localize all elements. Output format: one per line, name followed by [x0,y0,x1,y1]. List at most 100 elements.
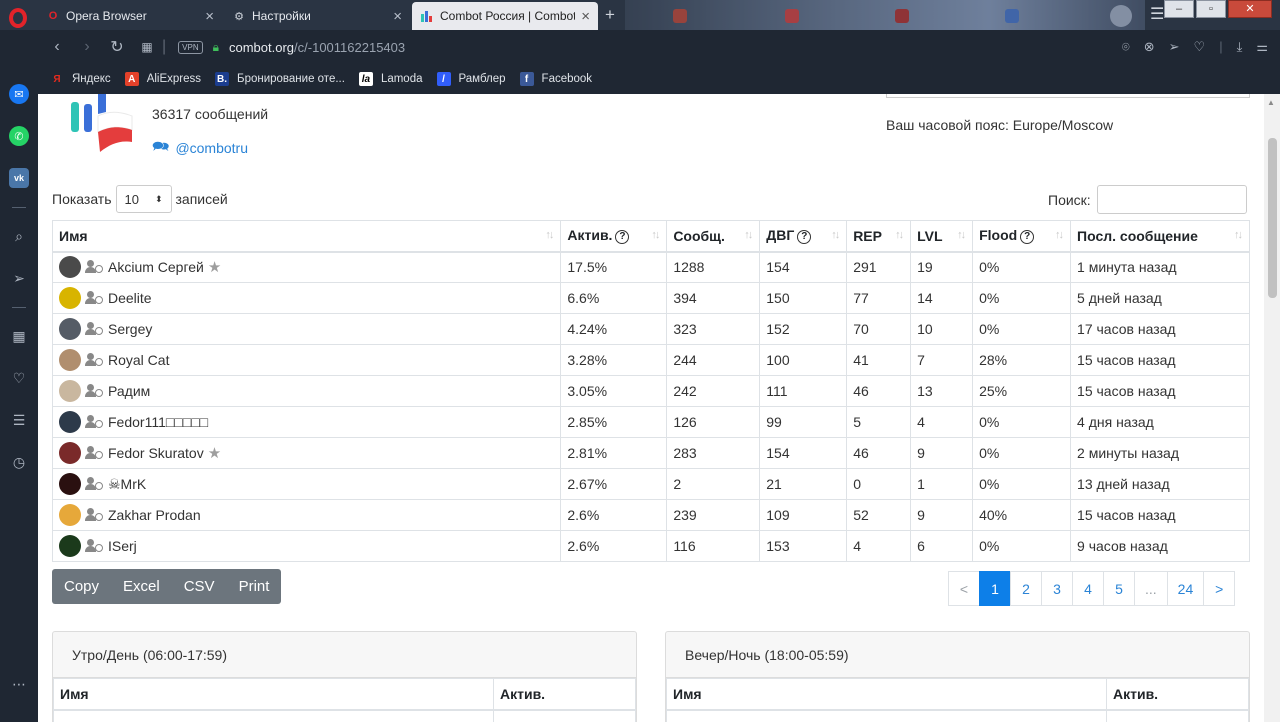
chat-link[interactable]: 🗪︎ @combotru [152,136,248,160]
page-button[interactable]: 5 [1103,571,1135,606]
vpn-badge[interactable]: VPN [178,40,203,54]
avatar[interactable] [59,349,81,371]
whatsapp-icon[interactable]: ✆ [9,126,29,146]
col-name[interactable]: Имя ↑↓ [51,220,562,253]
send-icon[interactable]: ➢ [9,268,29,288]
heart-icon[interactable]: ♡ [9,368,29,388]
reload-icon[interactable]: ↻ [102,37,132,57]
tab-settings[interactable]: ⚙ Настройки × [224,2,410,30]
page-button[interactable]: 1 [979,571,1011,606]
user-info-icon[interactable] [85,384,105,398]
print-button[interactable]: Print [227,569,282,604]
vk-icon[interactable]: vk [9,168,29,188]
user-info-icon[interactable] [85,353,105,367]
avatar[interactable] [59,535,81,557]
user-info-icon[interactable] [85,260,105,274]
news-icon[interactable]: ☰ [9,410,29,430]
url-field[interactable]: combot.org/c/-1001162215403 [229,40,405,55]
bookmark-lamoda[interactable]: la Lamoda [358,72,423,86]
menu-icon[interactable]: ☰ [1150,4,1164,24]
scroll-thumb[interactable] [1268,138,1277,298]
camera-icon[interactable]: ⌾ [1122,39,1130,55]
col-lvl[interactable]: LVL ↑↓ [910,220,974,253]
user-name[interactable]: Deelite [108,290,152,306]
search-input[interactable] [1096,185,1247,214]
user-info-icon[interactable] [85,291,105,305]
user-info-icon[interactable] [85,446,105,460]
tab-combot[interactable]: Combot Россия | Combot × [412,2,598,30]
next-page-button[interactable]: > [1203,571,1236,606]
user-name[interactable]: Радим [108,383,150,399]
minimize-icon[interactable]: – [1164,0,1194,18]
user-name[interactable]: Akcium Сергей [108,259,204,275]
avatar[interactable] [59,504,81,526]
messenger-icon[interactable]: ✉ [9,84,29,104]
tab-opera-browser[interactable]: O Opera Browser × [38,2,222,30]
lock-icon[interactable]: 🔒︎ [213,40,219,55]
page-scrollbar[interactable]: ▲ [1264,94,1280,722]
user-info-icon[interactable] [85,477,105,491]
avatar[interactable] [59,411,81,433]
page-button[interactable]: 2 [1010,571,1042,606]
avatar[interactable] [59,318,81,340]
user-name[interactable]: ☠MrK [108,476,146,493]
block-icon[interactable]: ⊗ [1144,39,1155,55]
close-window-icon[interactable]: ✕ [1228,0,1272,18]
maximize-icon[interactable]: ▫ [1196,0,1226,18]
user-info-icon[interactable] [85,322,105,336]
close-icon[interactable]: × [581,8,590,25]
more-icon[interactable]: ⋯ [9,674,29,694]
heart-icon[interactable]: ♡ [1194,39,1206,55]
bookmark-facebook[interactable]: f Facebook [519,72,592,86]
opera-logo-icon[interactable] [9,8,27,28]
help-icon[interactable]: ? [615,230,630,245]
scroll-up-icon[interactable]: ▲ [1267,98,1275,107]
user-name[interactable]: Royal Cat [108,352,169,368]
avatar[interactable] [59,380,81,402]
page-button[interactable]: 4 [1072,571,1104,606]
excel-button[interactable]: Excel [111,569,172,604]
page-button[interactable]: 24 [1166,571,1205,606]
user-info-icon[interactable] [85,415,105,429]
user-name[interactable]: Zakhar Prodan [108,507,201,523]
download-icon[interactable]: ⤓ [1237,39,1243,55]
avatar[interactable] [59,473,81,495]
col-activity[interactable]: Актив. [1106,678,1249,711]
close-icon[interactable]: × [205,8,214,25]
bookmark-rambler[interactable]: / Рамблер [436,72,506,86]
col-messages[interactable]: Сообщ. ↑↓ [666,220,761,253]
new-tab-icon[interactable]: + [602,6,618,23]
send-icon[interactable]: ➢ [1169,39,1180,55]
help-icon[interactable]: ? [1020,230,1035,245]
bookmark-aliexpress[interactable]: A AliExpress [124,72,201,86]
user-info-icon[interactable] [85,539,105,553]
page-button[interactable]: 3 [1041,571,1073,606]
speed-dial-icon[interactable]: ▦ [9,326,29,346]
history-icon[interactable]: ◷ [9,452,29,472]
col-dvg[interactable]: ДВГ? ↑↓ [759,220,848,253]
back-icon[interactable]: ‹ [42,38,72,56]
settings-icon[interactable]: ⚌ [1256,39,1268,55]
avatar[interactable] [59,256,81,279]
close-icon[interactable]: × [393,8,402,25]
col-activity[interactable]: Актив.? ↑↓ [560,220,668,253]
col-activity[interactable]: Актив. [493,678,636,711]
copy-button[interactable]: Copy [52,569,111,604]
prev-page-button[interactable]: < [948,571,980,606]
avatar[interactable] [59,442,81,464]
search-icon[interactable]: ⌕ [9,226,29,246]
col-name[interactable]: Имя [53,678,494,711]
user-name[interactable]: Fedor Skuratov [108,445,204,461]
page-size-select[interactable]: 10 ⬍ [115,185,172,213]
col-rep[interactable]: REP ↑↓ [846,220,912,253]
user-name[interactable]: ISerj [108,538,137,554]
user-info-icon[interactable] [85,508,105,522]
avatar[interactable] [59,287,81,309]
bookmark-booking[interactable]: B. Бронирование оте... [215,72,345,86]
col-name[interactable]: Имя [666,678,1107,711]
forward-icon[interactable]: › [72,38,102,56]
bookmark-yandex[interactable]: Я Яндекс [50,72,110,86]
tabs-grid-icon[interactable]: ▦ [132,40,162,54]
user-name[interactable]: Fedor111□□□□□ [108,414,208,430]
col-flood[interactable]: Flood? ↑↓ [972,220,1072,253]
